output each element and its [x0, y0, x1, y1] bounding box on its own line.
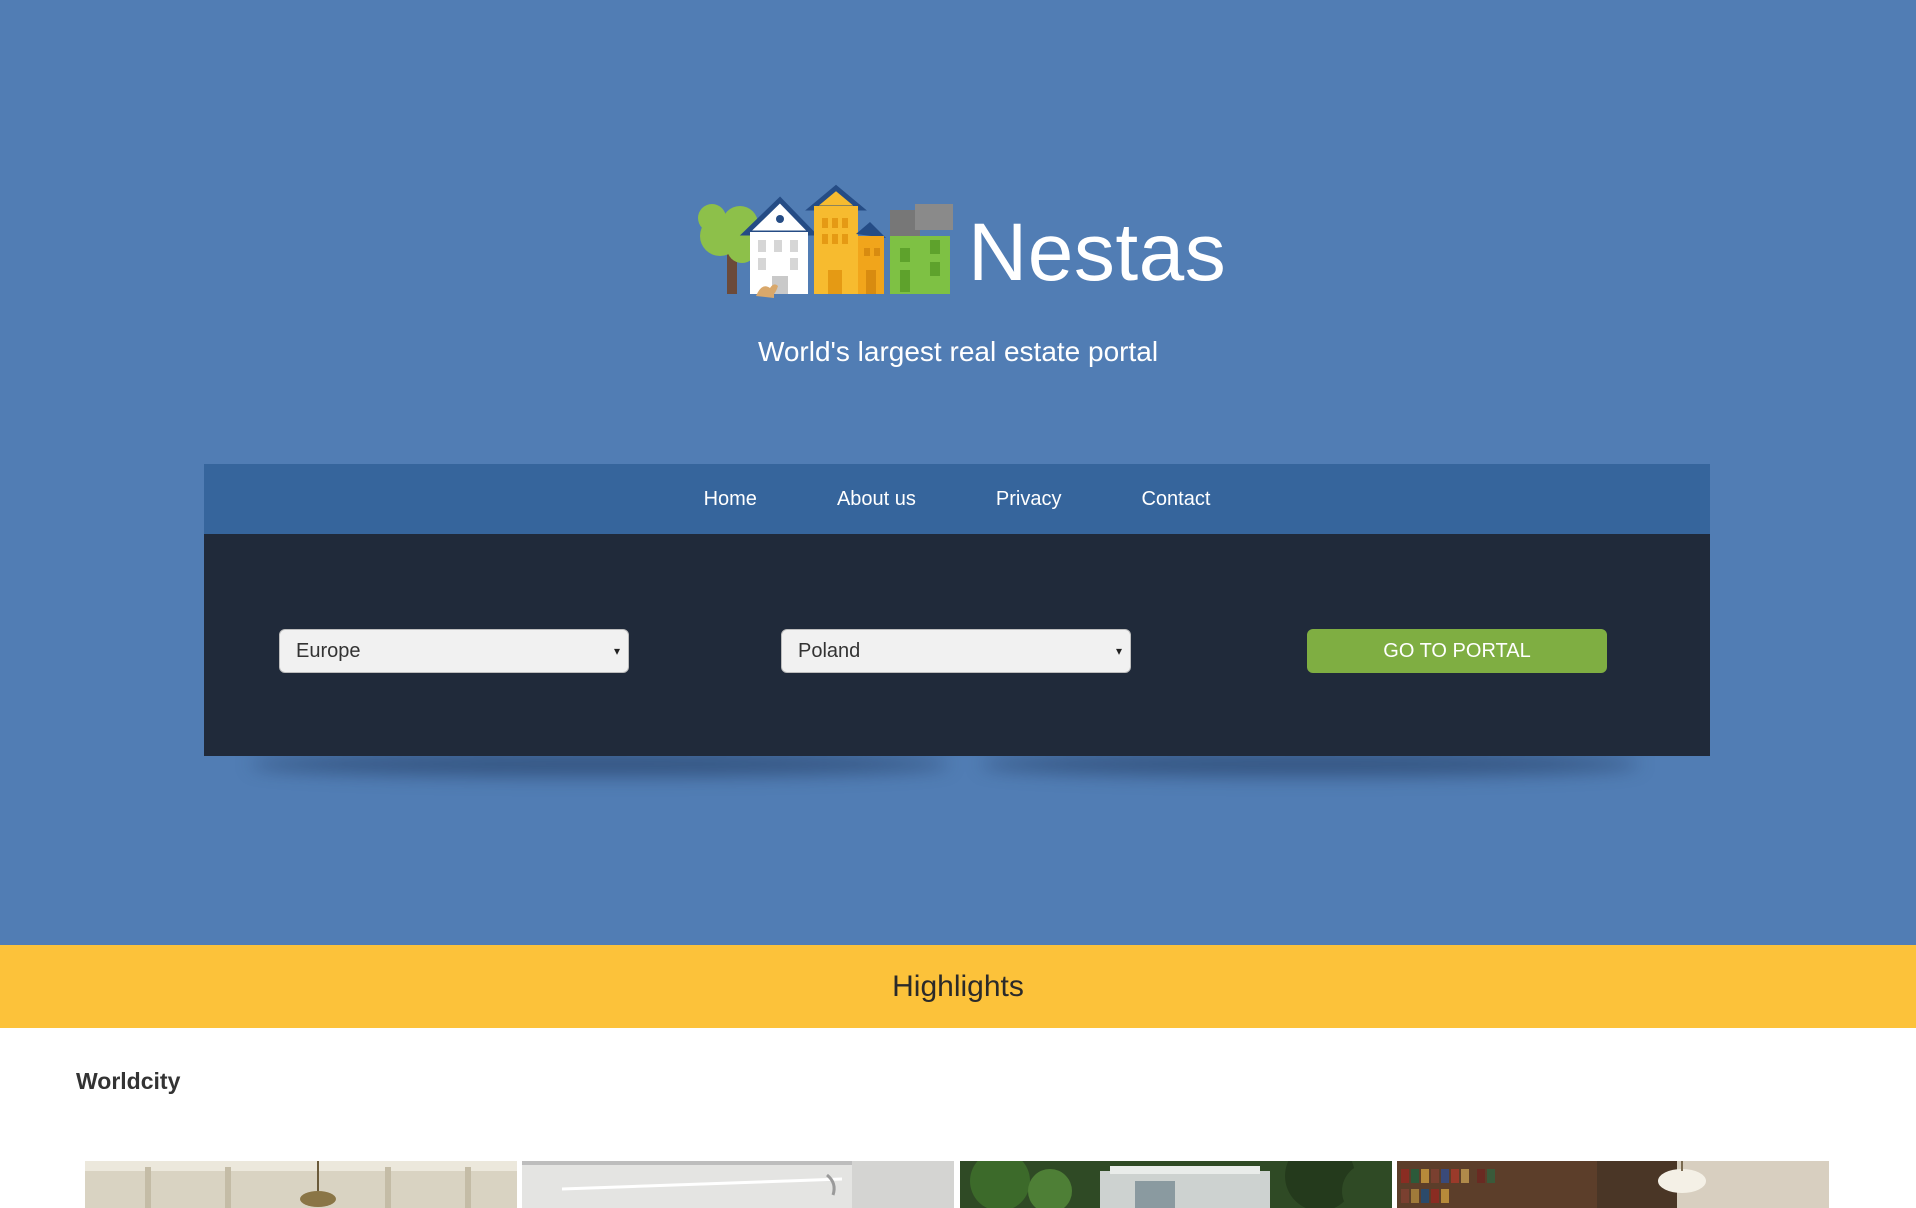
- white-room-photo[interactable]: [522, 1161, 954, 1208]
- brand-name: Nestas: [968, 207, 1227, 298]
- nav-item-contact[interactable]: Contact: [1141, 488, 1210, 511]
- hero-section: Nestas World's largest real estate porta…: [0, 0, 1916, 945]
- highlights-title: Highlights: [892, 970, 1024, 1003]
- section-title: Worldcity: [76, 1068, 181, 1094]
- highlights-banner: Highlights: [0, 945, 1916, 1028]
- houses-logo-icon: [698, 184, 953, 298]
- region-select-value: Europe: [296, 640, 361, 662]
- nav-item-about[interactable]: About us: [837, 488, 916, 511]
- country-select[interactable]: Poland ▾: [781, 629, 1131, 673]
- photo-image: [85, 1161, 517, 1208]
- chevron-down-icon: ▾: [613, 644, 620, 658]
- photo-image: [522, 1161, 954, 1208]
- photo-image: [1397, 1161, 1829, 1208]
- logo[interactable]: Nestas: [690, 178, 1230, 308]
- garden-house-photo[interactable]: [960, 1161, 1392, 1208]
- main-nav: Home About us Privacy Contact: [204, 464, 1710, 534]
- interior-chandelier-photo[interactable]: [85, 1161, 517, 1208]
- chevron-down-icon: ▾: [1115, 644, 1122, 658]
- tagline: World's largest real estate portal: [757, 336, 1159, 367]
- go-to-portal-button[interactable]: GO TO PORTAL: [1307, 629, 1607, 673]
- search-panel: Europe ▾ Poland ▾ GO TO PORTAL: [204, 534, 1710, 756]
- country-select-value: Poland: [798, 640, 861, 662]
- photo-image: [960, 1161, 1392, 1208]
- region-select[interactable]: Europe ▾: [279, 629, 629, 673]
- nav-item-privacy[interactable]: Privacy: [996, 488, 1062, 511]
- nav-item-home[interactable]: Home: [704, 488, 757, 511]
- library-room-photo[interactable]: [1397, 1161, 1829, 1208]
